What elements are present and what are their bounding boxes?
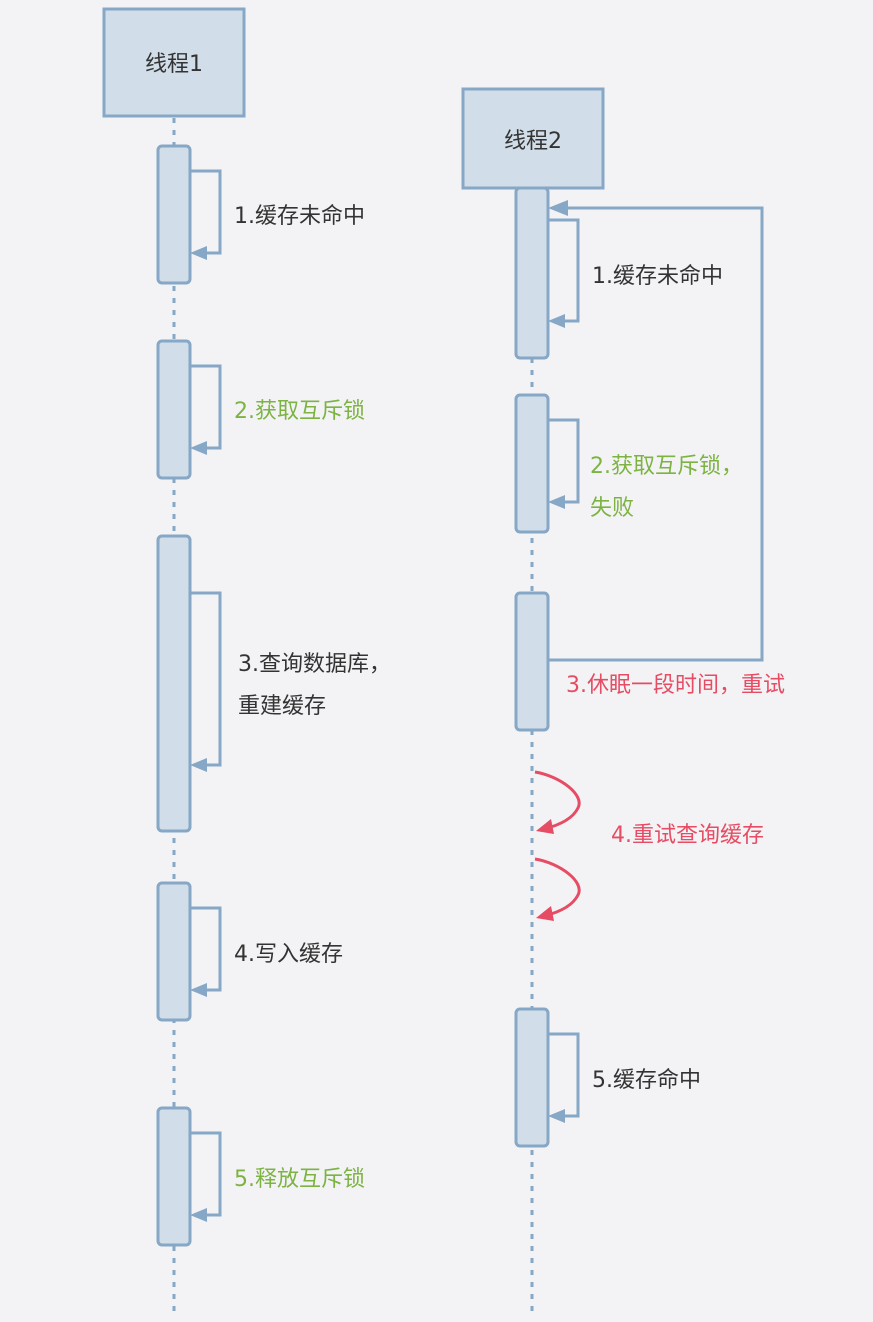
thread2-step-1-label: 1.缓存未命中 (592, 264, 723, 289)
participant-thread2-label: 线程2 (504, 129, 562, 154)
participant-thread1: 线程1 (102, 7, 246, 118)
thread1-step-5-label: 5.释放互斥锁 (234, 1167, 365, 1192)
thread2-activation-3 (514, 591, 550, 732)
thread1-step-1-line-1: 1.缓存未命中 (234, 204, 365, 229)
thread2-step-2-line-1: 2.获取互斥锁， (590, 454, 743, 479)
thread1-self-arrow-4 (190, 906, 222, 997)
thread1-step-2-label: 2.获取互斥锁 (234, 399, 365, 424)
thread1-activation-1 (156, 144, 192, 285)
thread2-step-4-label: 4.重试查询缓存 (611, 823, 764, 848)
thread2-self-arrow-1 (548, 218, 580, 328)
thread2-step-3-line-1: 3.休眠一段时间，重试 (566, 673, 785, 698)
thread2-step-2-label: 2.获取互斥锁， 失败 (590, 454, 750, 521)
thread1-step-4-line-1: 4.写入缓存 (234, 942, 343, 967)
thread2-activation-1 (514, 186, 550, 360)
thread1-step-5-line-1: 5.释放互斥锁 (234, 1167, 365, 1192)
thread1-activation-2 (156, 339, 192, 480)
thread1-step-4-label: 4.写入缓存 (234, 942, 343, 967)
thread1-activation-3 (156, 534, 192, 833)
sequence-diagram: 线程1 线程2 1.缓存未命中 2.获取互斥锁 3.查询数据库， 重建缓存 4.… (102, 7, 785, 1312)
thread2-step-5-label: 5.缓存命中 (592, 1068, 701, 1093)
thread2-self-arrow-2 (548, 418, 580, 509)
thread2-self-arrow-5 (548, 1032, 580, 1123)
thread2-step-2-line-2: 失败 (590, 496, 634, 521)
thread1-activation-5 (156, 1106, 192, 1247)
thread2-step-5-line-1: 5.缓存命中 (592, 1068, 701, 1093)
thread1-step-2-line-1: 2.获取互斥锁 (234, 399, 365, 424)
thread2-activation-5 (514, 1007, 550, 1148)
thread2-step-4-line-1: 4.重试查询缓存 (611, 823, 764, 848)
thread1-step-1-label: 1.缓存未命中 (234, 204, 365, 229)
participant-thread1-label: 线程1 (145, 52, 203, 77)
thread1-self-arrow-5 (190, 1131, 222, 1222)
thread1-step-3-line-1: 3.查询数据库， (238, 652, 391, 677)
retry-loop-arrowhead (548, 200, 568, 216)
thread2-step-1-line-1: 1.缓存未命中 (592, 264, 723, 289)
thread2-step-3-label: 3.休眠一段时间，重试 (566, 673, 785, 698)
thread1-activation-4 (156, 881, 192, 1022)
thread1-self-arrow-3 (190, 591, 222, 772)
thread1-step-3-label: 3.查询数据库， 重建缓存 (238, 652, 398, 719)
thread1-self-arrow-2 (190, 364, 222, 455)
thread1-step-3-line-2: 重建缓存 (238, 694, 326, 719)
thread2-activation-2 (514, 393, 550, 534)
retry-query-arrow-2 (534, 857, 581, 921)
participant-thread2: 线程2 (461, 87, 605, 190)
retry-query-arrow-1 (534, 770, 581, 834)
thread1-self-arrow-1 (190, 169, 222, 260)
